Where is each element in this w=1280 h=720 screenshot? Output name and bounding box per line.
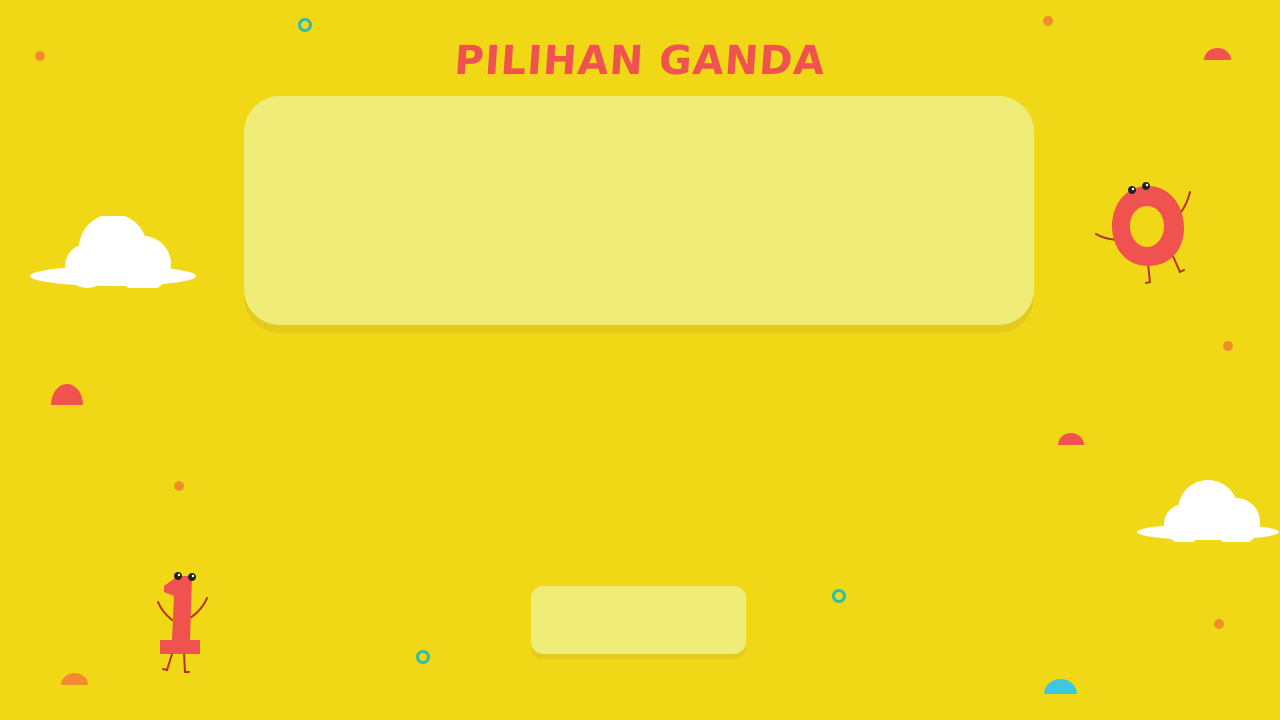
blue-dome-decoration bbox=[1044, 679, 1077, 694]
teal-ring-decoration bbox=[416, 650, 430, 664]
orange-dot-decoration bbox=[174, 481, 184, 491]
cloud-icon bbox=[29, 216, 197, 288]
red-dome-decoration bbox=[51, 384, 83, 405]
teal-ring-decoration bbox=[832, 589, 846, 603]
orange-dot-decoration bbox=[1043, 16, 1053, 26]
page-title: PILIHAN GANDA bbox=[452, 38, 828, 84]
game-stage: PILIHAN GANDA bbox=[0, 0, 1280, 720]
number-one-character-icon bbox=[152, 568, 212, 676]
orange-dot-decoration bbox=[1214, 619, 1224, 629]
question-text bbox=[244, 96, 1034, 176]
teal-ring-decoration bbox=[298, 18, 312, 32]
cloud-icon bbox=[1136, 480, 1280, 542]
number-zero-character-icon bbox=[1092, 178, 1196, 288]
orange-dot-decoration bbox=[1223, 341, 1233, 351]
orange-dome-decoration bbox=[61, 673, 88, 685]
red-dome-decoration bbox=[1058, 433, 1084, 445]
answer-button[interactable] bbox=[531, 586, 746, 654]
question-card bbox=[244, 96, 1034, 325]
